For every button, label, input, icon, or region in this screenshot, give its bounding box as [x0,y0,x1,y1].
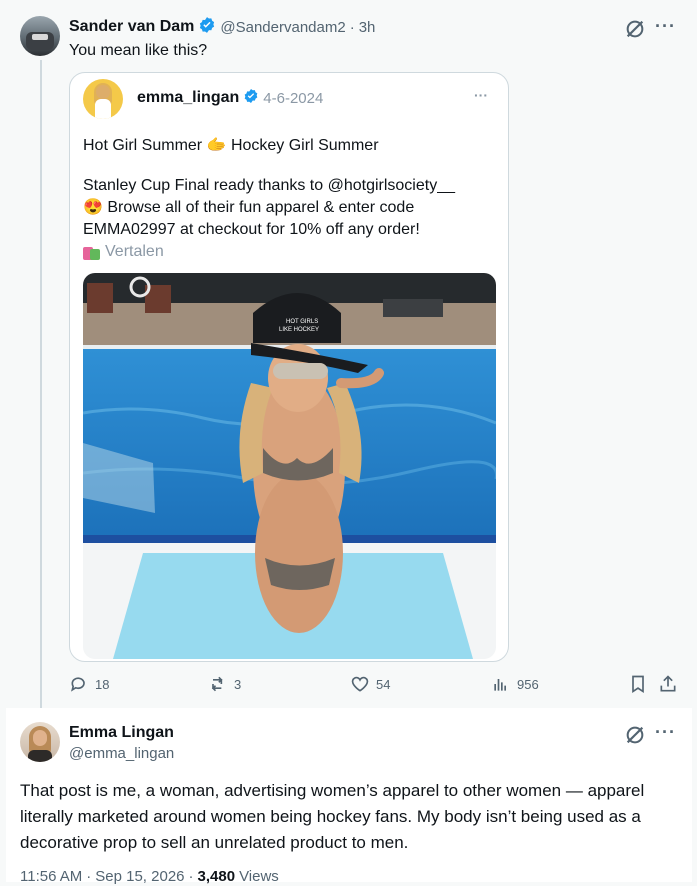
reply-author-handle[interactable]: @Sandervandam2 [220,19,345,36]
repost-icon [211,676,223,692]
reply-icon [71,677,85,692]
reply-action-bar: 18 3 54 956 [69,672,679,696]
verified-icon [243,88,259,109]
quote-line-2: Stanley Cup Final ready thanks to @hotgi… [83,177,455,194]
reply-text: You mean like this? [69,42,208,59]
main-author-name[interactable]: Emma Lingan [69,724,174,742]
verified-icon [198,16,216,39]
reply-tweet[interactable]: Sander van Dam @Sandervandam2 · 3h ··· Y… [6,4,692,708]
cap-text-1: HOT GIRLS [286,319,318,325]
reply-time[interactable]: 3h [359,19,376,36]
main-author-handle[interactable]: @emma_lingan [69,745,174,762]
quote-avatar[interactable] [83,79,123,119]
grok-icon[interactable] [624,724,646,751]
quote-line-1: Hot Girl Summer 🫱 Hockey Girl Summer [83,137,379,154]
reply-count: 18 [95,676,110,692]
quote-header: emma_lingan 4-6-2024 [137,87,323,109]
views-icon [494,679,506,691]
reply-button[interactable]: 18 [69,674,109,694]
shopping-bags-icon [83,244,101,260]
share-icon [660,675,676,692]
more-options-icon[interactable]: ··· [655,722,676,743]
quote-text: Hot Girl Summer 🫱 Hockey Girl Summer Sta… [83,135,493,263]
grok-icon[interactable] [624,18,646,45]
quote-photo[interactable]: HOT GIRLS LIKE HOCKEY [83,273,496,659]
translate-link[interactable]: Vertalen [83,241,493,263]
main-meta: 11:56 AM · Sep 15, 2026 · 3,480 Views [20,868,279,885]
share-button[interactable] [658,674,678,694]
quote-more-icon[interactable]: ··· [474,87,488,103]
main-tweet[interactable]: Emma Lingan @emma_lingan ··· That post i… [6,708,692,885]
meta-dot-1: · [86,868,92,885]
main-date[interactable]: Sep 15, 2026 [95,868,184,885]
meta-dot-2: · [188,868,194,885]
heart-icon [351,676,369,692]
reply-header: Sander van Dam @Sandervandam2 · 3h [69,16,375,38]
quote-line-3: 😍 Browse all of their fun apparel & ente… [83,199,415,216]
repost-button[interactable]: 3 [208,674,241,694]
main-avatar[interactable] [20,722,60,762]
reply-avatar[interactable] [20,16,60,56]
timeline-frame: Sander van Dam @Sandervandam2 · 3h ··· Y… [6,4,692,885]
like-button[interactable]: 54 [350,674,390,694]
like-count: 54 [376,676,391,692]
reply-separator: · [349,18,355,36]
thread-line [40,60,42,708]
main-text: That post is me, a woman, advertising wo… [20,781,645,852]
bookmark-button[interactable] [628,674,648,694]
cap-text-2: LIKE HOCKEY [279,327,319,333]
quoted-tweet[interactable]: emma_lingan 4-6-2024 ··· Hot Girl Summer… [69,72,509,662]
views-count: 956 [517,676,539,692]
translate-label[interactable]: Vertalen [105,241,164,263]
quote-author-name[interactable]: emma_lingan [137,89,239,107]
views-button[interactable]: 956 [491,674,539,694]
more-options-icon[interactable]: ··· [655,16,676,37]
bookmark-icon [632,675,644,694]
repost-count: 3 [234,676,242,692]
main-time[interactable]: 11:56 AM [20,868,82,885]
quote-date[interactable]: 4-6-2024 [263,90,323,107]
main-views-count: 3,480 [197,868,236,885]
reply-author-name[interactable]: Sander van Dam [69,18,194,36]
main-views-label: Views [239,868,279,885]
quote-line-4: EMMA02997 at checkout for 10% off any or… [83,221,420,238]
